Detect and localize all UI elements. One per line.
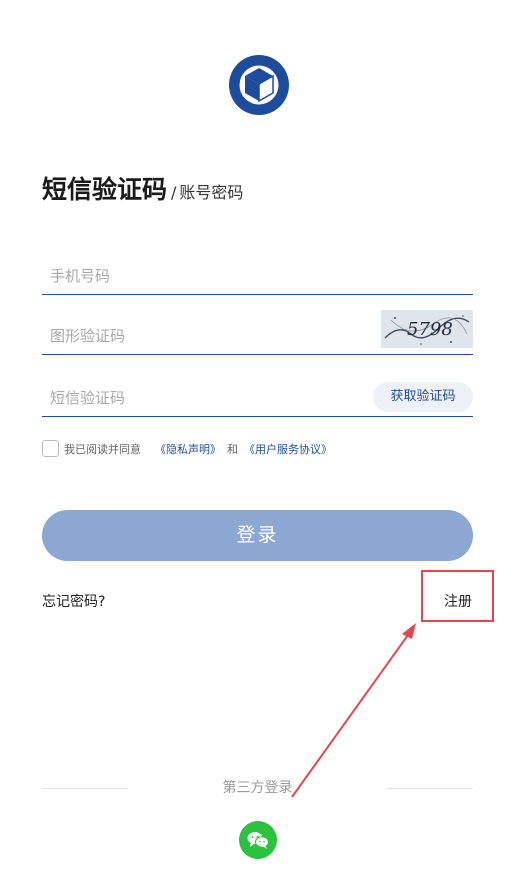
highlight-box (421, 570, 494, 622)
sms-code-input[interactable] (42, 380, 350, 416)
sms-code-field: 获取验证码 (42, 380, 473, 417)
agreement-and: 和 (227, 442, 238, 456)
wechat-login-button[interactable] (239, 821, 277, 859)
privacy-policy-link[interactable]: 《隐私声明》 (155, 441, 221, 457)
login-button[interactable]: 登录 (42, 510, 473, 561)
phone-field (42, 258, 473, 295)
tab-sms-login[interactable]: 短信验证码 (42, 170, 167, 206)
captcha-image[interactable]: 5798 (381, 310, 473, 348)
captcha-text: 5798 (407, 319, 453, 340)
captcha-noise-icon: 5798 (381, 310, 473, 348)
login-mode-tabs: 短信验证码 / 账号密码 (42, 170, 243, 206)
wechat-icon (247, 832, 269, 849)
divider-line-right (387, 788, 473, 789)
captcha-input[interactable] (42, 318, 350, 354)
phone-input[interactable] (42, 258, 350, 294)
app-logo (229, 55, 289, 115)
tab-password-login[interactable]: 账号密码 (179, 179, 243, 203)
get-code-button[interactable]: 获取验证码 (373, 382, 473, 412)
third-party-login-divider: 第三方登录 (42, 778, 473, 798)
tab-separator: / (171, 183, 177, 202)
captcha-field: 5798 (42, 310, 473, 355)
agreement-checkbox[interactable] (42, 440, 59, 457)
terms-link[interactable]: 《用户服务协议》 (244, 441, 332, 457)
agreement-row: 我已阅读并同意 《隐私声明》 和 《用户服务协议》 (42, 440, 332, 457)
forgot-password-link[interactable]: 忘记密码? (42, 591, 105, 611)
agreement-text: 我已阅读并同意 (64, 442, 141, 456)
